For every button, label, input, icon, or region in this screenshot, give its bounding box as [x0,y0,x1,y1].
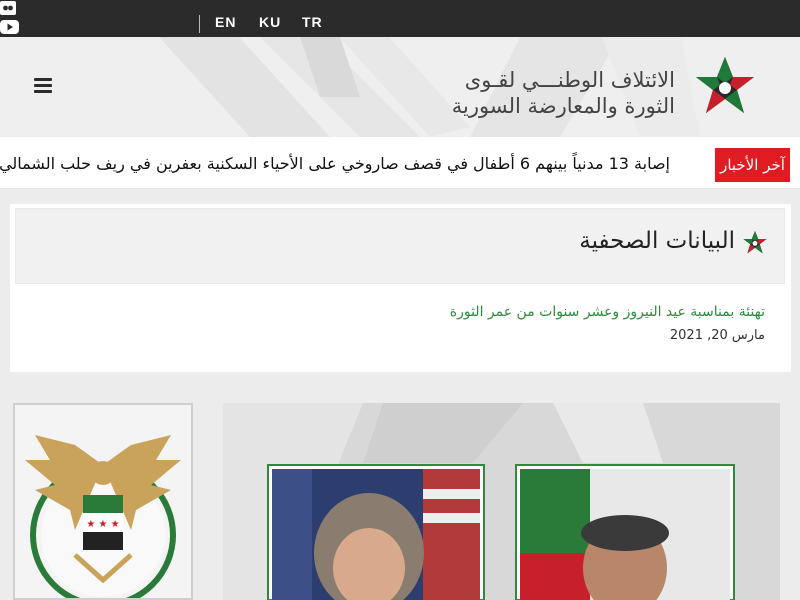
news-photo-image[interactable] [223,403,780,600]
coalition-star-logo-icon[interactable] [690,55,760,119]
press-releases-title[interactable]: البيانات الصحفية [579,228,735,254]
logo-line-2: الثورة والمعارضة السورية [451,94,675,118]
ticker-headline[interactable]: إصابة 13 مدنياً بينهم 6 أطفال في قصف صار… [0,150,670,178]
svg-text:★ ★ ★: ★ ★ ★ [86,519,119,530]
lang-en-link[interactable]: EN [215,14,236,30]
site-header [0,37,800,137]
article-date: مارس 20, 2021 [669,328,765,343]
site-logo-text[interactable]: الائتلاف الوطنـــي لقـوى الثورة والمعارض… [452,67,675,119]
logo-line-1: الائتلاف الوطنـــي لقـوى [464,68,675,92]
hamburger-menu-icon[interactable] [34,78,52,94]
latest-news-label: آخر الأخبار [715,148,790,182]
lang-ku-link[interactable]: KU [259,14,281,30]
flickr-icon[interactable] [0,0,800,19]
youtube-icon[interactable] [0,19,20,38]
section-star-icon [743,231,767,254]
ticker-headline-container[interactable]: إصابة 13 مدنياً بينهم 6 أطفال في قصف صار… [0,150,670,178]
lang-tr-link[interactable]: TR [302,14,323,30]
article-link[interactable]: تهنئة بمناسبة عيد النيروز وعشر سنوات من … [450,304,765,320]
syrian-eagle-emblem-image[interactable]: ★ ★ ★ [13,403,193,600]
top-bar: EN KU TR [0,0,800,94]
header-background-graphic [159,37,700,137]
divider [199,15,200,33]
